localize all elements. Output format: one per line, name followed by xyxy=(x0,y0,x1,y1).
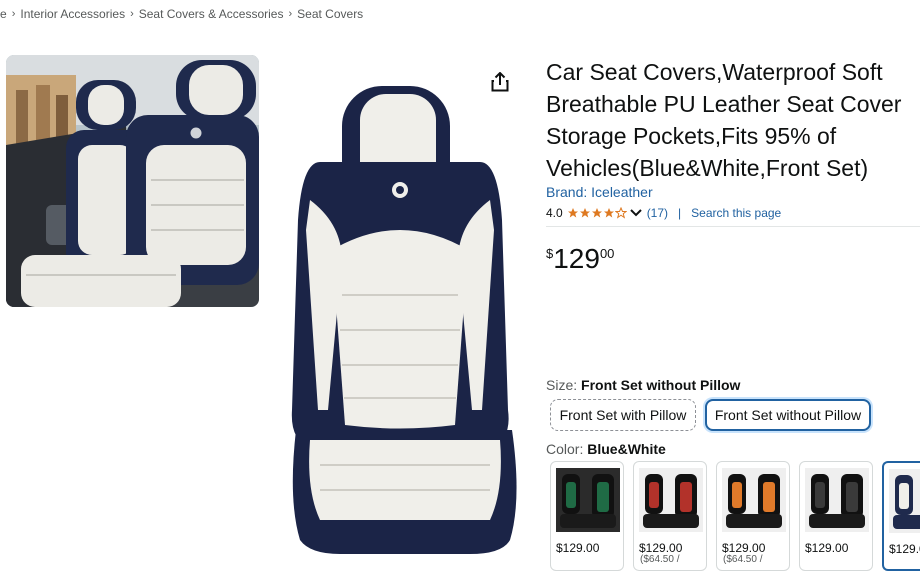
color-selected-value: Blue&White xyxy=(587,441,666,457)
divider-pipe: | xyxy=(678,206,682,220)
breadcrumb-separator-icon: › xyxy=(288,8,293,20)
size-label: Size: Front Set without Pillow xyxy=(546,377,740,393)
review-count-link[interactable]: (17) xyxy=(647,206,668,220)
breadcrumb-item[interactable]: Seat Covers xyxy=(297,7,363,21)
chevron-down-icon xyxy=(629,209,642,217)
size-label-text: Size: xyxy=(546,377,578,393)
swatch-image xyxy=(805,468,869,532)
section-divider xyxy=(546,226,920,227)
star-empty-icon xyxy=(614,207,627,219)
star-icon xyxy=(603,208,614,218)
breadcrumb-item[interactable]: Interior Accessories xyxy=(20,7,125,21)
swatch-price: $129.0 xyxy=(889,542,920,556)
swatch-image xyxy=(639,468,703,532)
star-rating[interactable] xyxy=(567,207,627,219)
color-swatch[interactable]: $129.00 ($64.50 / xyxy=(716,461,790,571)
swatch-price: $129.00 xyxy=(805,541,849,555)
rating-popover-button[interactable] xyxy=(629,208,642,218)
swatch-image xyxy=(722,468,786,532)
color-label: Color: Blue&White xyxy=(546,441,666,457)
price-fraction: 00 xyxy=(599,246,615,261)
size-option-with-pillow[interactable]: Front Set with Pillow xyxy=(550,399,696,431)
swatch-image xyxy=(556,468,620,532)
price: $12900 xyxy=(546,244,614,274)
swatch-price: $129.00 xyxy=(722,541,766,555)
seat-cover-image xyxy=(291,86,517,554)
color-label-text: Color: xyxy=(546,441,584,457)
color-swatch[interactable]: $129.00 ($64.50 / xyxy=(633,461,707,571)
star-icon xyxy=(567,208,578,218)
brand-link[interactable]: Brand: Iceleather xyxy=(546,184,653,200)
rating-value: 4.0 xyxy=(546,206,563,220)
color-swatch-selected[interactable]: $129.0 xyxy=(882,461,920,571)
breadcrumb-item[interactable]: Seat Covers & Accessories xyxy=(139,7,284,21)
product-title: Car Seat Covers,Waterproof Soft Breathab… xyxy=(546,59,902,181)
size-selected-value: Front Set without Pillow xyxy=(581,377,741,393)
swatch-price: $129.00 xyxy=(556,541,600,555)
rating-row: 4.0 (17) | Search this page xyxy=(546,205,781,221)
star-icon xyxy=(591,208,602,218)
product-thumbnail[interactable] xyxy=(6,55,259,307)
breadcrumb: e › Interior Accessories › Seat Covers &… xyxy=(0,6,363,22)
breadcrumb-item[interactable]: e xyxy=(0,7,7,21)
color-swatch[interactable]: $129.00 xyxy=(550,461,624,571)
size-option-without-pillow[interactable]: Front Set without Pillow xyxy=(705,399,871,431)
breadcrumb-separator-icon: › xyxy=(11,8,16,20)
search-this-page-link[interactable]: Search this page xyxy=(691,206,781,220)
swatch-unit-price: ($64.50 / xyxy=(723,554,763,565)
main-product-image[interactable] xyxy=(280,80,530,558)
swatch-price: $129.00 xyxy=(639,541,683,555)
price-symbol: $ xyxy=(546,246,554,261)
star-icon xyxy=(579,208,590,218)
car-interior-image xyxy=(6,55,259,307)
swatch-unit-price: ($64.50 / xyxy=(640,554,680,565)
swatch-image xyxy=(889,469,920,533)
color-swatch[interactable]: $129.00 xyxy=(799,461,873,571)
price-whole: 129 xyxy=(553,243,600,274)
breadcrumb-separator-icon: › xyxy=(130,8,134,20)
